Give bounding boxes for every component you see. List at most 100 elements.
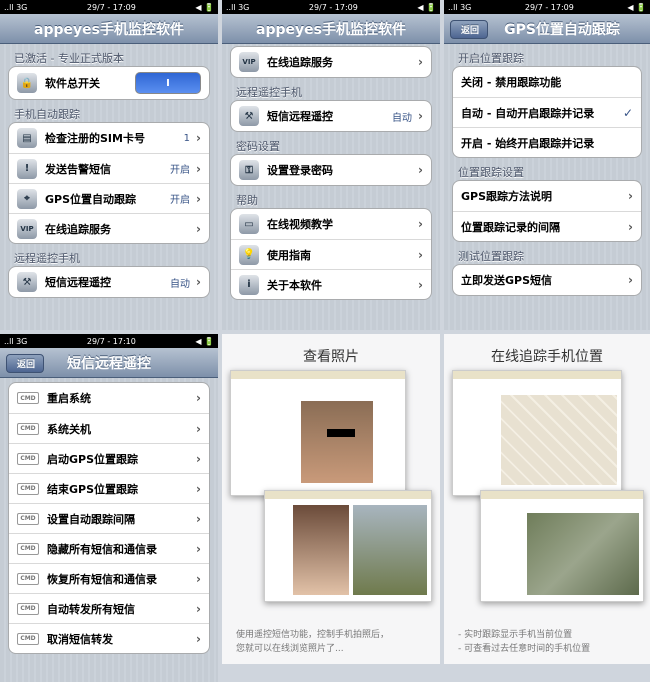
row-label: 短信远程遥控	[45, 276, 111, 289]
chevron-right-icon: ›	[196, 161, 201, 176]
promo-caption: 使用遥控短信功能，控制手机拍照后， 您就可以在线浏览照片了...	[236, 628, 389, 656]
group-password: ⚿ 设置登录密码 ›	[230, 154, 432, 186]
row-label: 在线追踪服务	[267, 56, 333, 69]
nav-bar: appeyes手机监控软件	[0, 14, 218, 44]
row-label: 发送告警短信	[45, 162, 111, 176]
gps-method-row[interactable]: GPS跟踪方法说明 ›	[453, 181, 641, 211]
online-tracking-row[interactable]: VIP 在线追踪服务 ›	[9, 213, 209, 243]
promo-title: 查看照片	[303, 349, 359, 365]
command-row[interactable]: CMD 重启系统 ›	[9, 383, 209, 413]
row-label: 系统关机	[47, 422, 91, 436]
command-row[interactable]: CMD 取消短信转发 ›	[9, 623, 209, 653]
nav-bar: appeyes手机监控软件	[222, 14, 440, 44]
chevron-right-icon: ›	[418, 55, 423, 69]
section-header: 密码设置	[236, 140, 280, 153]
chevron-right-icon: ›	[628, 219, 633, 234]
photo-thumbnail	[301, 401, 373, 483]
chevron-right-icon: ›	[628, 189, 633, 203]
command-row[interactable]: CMD 隐藏所有短信和通信录 ›	[9, 533, 209, 563]
sms-remote-panel: ..ll 3G 29/7 - 17:10 ◀ 🔋 返回 短信远程遥控 CMD 重启系统 ›…	[0, 334, 218, 682]
screenshot-thumbnail	[230, 370, 406, 496]
group-tracking: VIP 在线追踪服务 ›	[230, 46, 432, 78]
chevron-right-icon: ›	[418, 163, 423, 177]
row-label: 自动转发所有短信	[47, 602, 135, 616]
command-row[interactable]: CMD 系统关机 ›	[9, 413, 209, 443]
promo-title: 在线追踪手机位置	[491, 349, 603, 365]
command-row[interactable]: CMD 恢复所有短信和通信录 ›	[9, 563, 209, 593]
video-tutorial-row[interactable]: ▭ 在线视频教学 ›	[231, 209, 431, 239]
row-label: 重启系统	[47, 392, 91, 405]
interval-row[interactable]: 位置跟踪记录的间隔 ›	[453, 211, 641, 241]
chevron-right-icon: ›	[418, 109, 423, 123]
sim-check-row[interactable]: ▤ 检查注册的SIM卡号 1 ›	[9, 123, 209, 153]
promo-caption: - 实时跟踪显示手机当前位置 - 可查看过去任意时间的手机位置	[458, 628, 590, 656]
page-title: appeyes手机监控软件	[34, 21, 184, 38]
group-tracking-mode: 关闭 - 禁用跟踪功能 自动 - 自动开启跟踪并记录 ✓ 开启 - 始终开启跟踪并…	[452, 66, 642, 158]
row-label: 立即发送GPS短信	[461, 274, 553, 287]
photo-thumbnail	[353, 505, 427, 595]
battery-icon: ◀ 🔋	[627, 2, 646, 12]
send-gps-sms-row[interactable]: 立即发送GPS短信 ›	[453, 265, 641, 295]
back-button[interactable]: 返回	[6, 354, 45, 373]
alert-sms-row[interactable]: ! 发送告警短信 开启 ›	[9, 153, 209, 183]
chevron-right-icon: ›	[196, 131, 201, 145]
section-header: 位置跟踪设置	[458, 166, 524, 179]
video-icon: ▭	[239, 214, 259, 234]
battery-icon: ◀ 🔋	[195, 2, 214, 12]
clock: 29/7 - 17:09	[86, 2, 136, 12]
satellite-map-thumbnail	[527, 513, 639, 595]
section-header: 帮助	[236, 194, 258, 207]
carrier: ..ll 3G	[448, 2, 472, 12]
command-row[interactable]: CMD 结束GPS位置跟踪 ›	[9, 473, 209, 503]
sms-remote-row[interactable]: ⚒ 短信远程遥控 自动 ›	[9, 267, 209, 297]
row-label: 位置跟踪记录的间隔	[461, 220, 560, 234]
checkmark-icon: ✓	[622, 105, 633, 120]
command-row[interactable]: CMD 自动转发所有短信 ›	[9, 593, 209, 623]
cmd-tag: CMD	[17, 602, 39, 615]
row-label: 开启 - 始终开启跟踪并记录	[461, 136, 595, 150]
option-auto[interactable]: 自动 - 自动开启跟踪并记录 ✓	[453, 97, 641, 127]
info-icon: i	[239, 274, 259, 295]
settings-panel-scrolled: ..ll 3G 29/7 - 17:09 ◀ 🔋 appeyes手机监控软件 VIP…	[222, 0, 440, 330]
set-password-row[interactable]: ⚿ 设置登录密码 ›	[231, 155, 431, 185]
page-title: appeyes手机监控软件	[256, 21, 406, 38]
row-label: 结束GPS位置跟踪	[47, 482, 139, 496]
page-title: GPS位置自动跟踪	[504, 21, 620, 38]
sms-remote-row[interactable]: ⚒ 短信远程遥控 自动 ›	[231, 101, 431, 131]
map-icon: ⌖	[17, 188, 37, 209]
row-label: 恢复所有短信和通信录	[47, 572, 157, 586]
command-list: CMD 重启系统 › CMD 系统关机 › CMD 启动GPS位置跟踪 › CMD 结束GPS…	[8, 382, 210, 654]
row-label: 自动 - 自动开启跟踪并记录	[461, 106, 595, 120]
group-remote: ⚒ 短信远程遥控 自动 ›	[230, 100, 432, 132]
command-row[interactable]: CMD 启动GPS位置跟踪 ›	[9, 443, 209, 473]
section-header: 手机自动跟踪	[14, 108, 80, 121]
chevron-right-icon: ›	[196, 601, 201, 616]
privacy-bar	[327, 429, 355, 437]
section-header: 远程遥控手机	[14, 252, 80, 265]
gps-tracking-row[interactable]: ⌖ GPS位置自动跟踪 开启 ›	[9, 183, 209, 213]
option-off[interactable]: 关闭 - 禁用跟踪功能	[453, 67, 641, 97]
row-label: GPS跟踪方法说明	[461, 190, 553, 203]
master-toggle[interactable]: I	[135, 72, 201, 94]
row-label: 在线追踪服务	[45, 222, 111, 236]
chevron-right-icon: ›	[196, 571, 201, 586]
about-row[interactable]: i 关于本软件 ›	[231, 269, 431, 299]
section-header: 远程遥控手机	[236, 86, 302, 99]
promo-view-photos: 查看照片 使用遥控短信功能，控制手机拍照后， 您就可以在线浏览照片了...	[222, 334, 440, 664]
back-button[interactable]: 返回	[450, 20, 489, 39]
online-tracking-row[interactable]: VIP 在线追踪服务 ›	[231, 47, 431, 77]
chevron-right-icon: ›	[196, 511, 201, 526]
nav-bar: 返回 GPS位置自动跟踪	[444, 14, 650, 44]
option-on[interactable]: 开启 - 始终开启跟踪并记录	[453, 127, 641, 157]
clock: 29/7 - 17:10	[86, 336, 136, 346]
page-title: 短信远程遥控	[67, 355, 151, 372]
row-label: 设置自动跟踪间隔	[47, 512, 135, 526]
caption-line: 使用遥控短信功能，控制手机拍照后，	[236, 630, 390, 640]
group-master: 🔒 软件总开关 I	[8, 66, 210, 100]
cmd-tag: CMD	[17, 512, 39, 525]
command-row[interactable]: CMD 设置自动跟踪间隔 ›	[9, 503, 209, 533]
user-guide-row[interactable]: 💡 使用指南 ›	[231, 239, 431, 269]
battery-icon: ◀ 🔋	[417, 2, 436, 12]
vip-icon: VIP	[239, 52, 259, 72]
cmd-tag: CMD	[17, 452, 39, 465]
